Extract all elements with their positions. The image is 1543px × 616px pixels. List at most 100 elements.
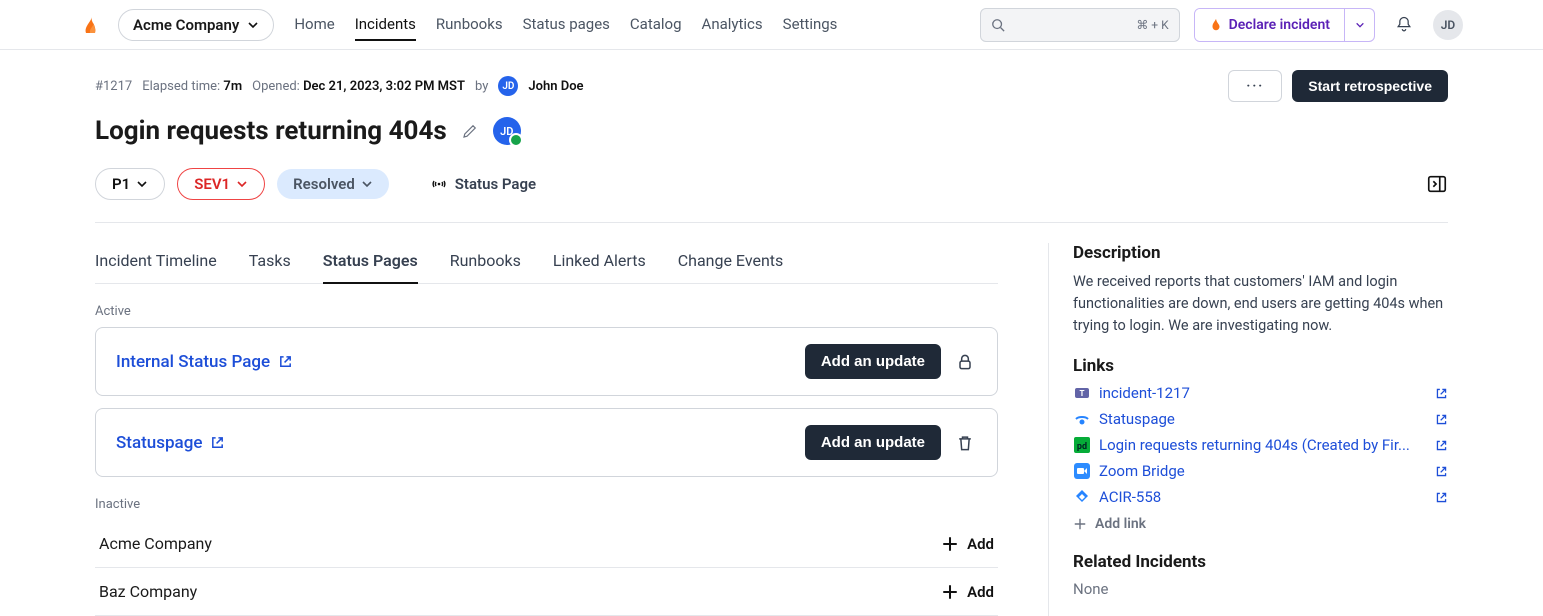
chevron-down-icon <box>1355 20 1365 30</box>
external-link-icon <box>1435 413 1448 426</box>
svg-text:pd: pd <box>1077 442 1087 452</box>
chevron-down-icon <box>247 19 259 31</box>
zoom-icon <box>1073 462 1091 480</box>
add-link-button[interactable]: Add link <box>1073 516 1448 532</box>
search-shortcut: ⌘ + K <box>1136 18 1168 32</box>
tab-runbooks[interactable]: Runbooks <box>450 243 521 283</box>
external-link-icon <box>1435 439 1448 452</box>
tab-change-events[interactable]: Change Events <box>678 243 784 283</box>
main-left: Incident Timeline Tasks Status Pages Run… <box>95 243 998 616</box>
nav-link-catalog[interactable]: Catalog <box>630 9 682 41</box>
nav-link-settings[interactable]: Settings <box>783 9 838 41</box>
severity-value: SEV1 <box>194 175 230 193</box>
search-icon <box>991 18 1005 32</box>
bell-icon <box>1394 15 1414 35</box>
delete-button[interactable] <box>953 433 977 453</box>
status-value: Resolved <box>293 175 355 193</box>
link-item[interactable]: ACIR-558 <box>1073 488 1448 506</box>
top-nav: Acme Company Home Incidents Runbooks Sta… <box>0 0 1543 50</box>
jira-icon <box>1073 488 1091 506</box>
section-inactive-label: Inactive <box>95 497 998 512</box>
plus-icon <box>1073 517 1087 531</box>
plus-icon <box>941 583 959 601</box>
link-text: ACIR-558 <box>1099 488 1427 506</box>
statuspage-icon <box>1073 410 1091 428</box>
pencil-icon <box>461 122 479 140</box>
svg-text:T: T <box>1080 389 1085 398</box>
declare-incident-button[interactable]: Declare incident <box>1195 9 1344 41</box>
add-label: Add <box>967 583 994 601</box>
page-content: #1217 Elapsed time: 7m Opened: Dec 21, 2… <box>0 50 1543 616</box>
external-link-icon <box>1435 387 1448 400</box>
nav-link-analytics[interactable]: Analytics <box>702 9 763 41</box>
nav-links: Home Incidents Runbooks Status pages Cat… <box>294 9 837 41</box>
add-update-button[interactable]: Add an update <box>805 344 941 379</box>
notifications-button[interactable] <box>1389 10 1419 40</box>
link-item[interactable]: pd Login requests returning 404s (Create… <box>1073 436 1448 454</box>
opened-label: Opened: <box>252 79 300 94</box>
main-row: Incident Timeline Tasks Status Pages Run… <box>95 243 1448 616</box>
fire-icon <box>1209 18 1223 32</box>
broadcast-icon <box>431 176 447 192</box>
link-item[interactable]: T incident-1217 <box>1073 384 1448 402</box>
link-text: Zoom Bridge <box>1099 462 1427 480</box>
inactive-status-page-row: Acme Company Add <box>95 520 998 568</box>
severity-dropdown[interactable]: SEV1 <box>177 168 265 200</box>
inactive-company-name: Baz Company <box>99 582 197 601</box>
start-retrospective-button[interactable]: Start retrospective <box>1292 70 1448 102</box>
description-text: We received reports that customers' IAM … <box>1073 271 1448 336</box>
tab-linked-alerts[interactable]: Linked Alerts <box>553 243 646 283</box>
related-heading: Related Incidents <box>1073 552 1448 572</box>
chevron-down-icon <box>236 178 248 190</box>
inactive-company-name: Acme Company <box>99 534 212 553</box>
priority-dropdown[interactable]: P1 <box>95 168 165 200</box>
search-input[interactable]: ⌘ + K <box>980 8 1180 42</box>
declare-incident-group: Declare incident <box>1194 8 1375 42</box>
external-link-icon <box>1435 465 1448 478</box>
link-text: Login requests returning 404s (Created b… <box>1099 436 1427 454</box>
assignee-avatar[interactable]: JD <box>493 117 521 145</box>
incident-id: #1217 <box>95 79 132 94</box>
lock-button[interactable] <box>953 352 977 372</box>
trash-icon <box>955 433 975 453</box>
tab-status-pages[interactable]: Status Pages <box>323 243 418 284</box>
add-update-button[interactable]: Add an update <box>805 425 941 460</box>
nav-link-status-pages[interactable]: Status pages <box>523 9 610 41</box>
incident-title: Login requests returning 404s <box>95 116 447 146</box>
add-status-page-button[interactable]: Add <box>941 535 994 553</box>
status-page-card: Internal Status Page Add an update <box>95 327 998 396</box>
add-status-page-button[interactable]: Add <box>941 583 994 601</box>
tabs: Incident Timeline Tasks Status Pages Run… <box>95 243 998 284</box>
status-page-link[interactable]: Internal Status Page <box>116 352 293 372</box>
plus-icon <box>941 535 959 553</box>
inactive-status-page-row: Baz Company Add <box>95 568 998 616</box>
status-page-indicator[interactable]: Status Page <box>431 175 536 193</box>
incident-meta: #1217 Elapsed time: 7m Opened: Dec 21, 2… <box>95 70 1448 102</box>
section-active-label: Active <box>95 304 998 319</box>
opened-value: Dec 21, 2023, 3:02 PM MST <box>303 79 465 94</box>
chevron-down-icon <box>136 178 148 190</box>
tab-tasks[interactable]: Tasks <box>249 243 291 283</box>
add-link-label: Add link <box>1095 516 1146 532</box>
user-avatar[interactable]: JD <box>1433 10 1463 40</box>
link-item[interactable]: Zoom Bridge <box>1073 462 1448 480</box>
status-dropdown[interactable]: Resolved <box>277 169 389 199</box>
toggle-panel-button[interactable] <box>1426 173 1448 195</box>
logo-icon <box>80 13 104 37</box>
edit-title-button[interactable] <box>461 122 479 140</box>
sidebar-panel: Description We received reports that cus… <box>1048 243 1448 616</box>
nav-link-incidents[interactable]: Incidents <box>355 9 416 41</box>
nav-link-runbooks[interactable]: Runbooks <box>436 9 503 41</box>
add-label: Add <box>967 535 994 553</box>
more-actions-button[interactable]: ··· <box>1228 70 1282 102</box>
declare-dropdown-button[interactable] <box>1344 9 1374 41</box>
tab-incident-timeline[interactable]: Incident Timeline <box>95 243 217 283</box>
link-item[interactable]: Statuspage <box>1073 410 1448 428</box>
company-dropdown[interactable]: Acme Company <box>118 9 274 41</box>
external-link-icon <box>210 435 225 450</box>
status-page-name: Internal Status Page <box>116 352 270 372</box>
status-page-name: Statuspage <box>116 433 202 453</box>
nav-link-home[interactable]: Home <box>294 9 334 41</box>
status-page-link[interactable]: Statuspage <box>116 433 225 453</box>
links-list: T incident-1217 Statuspage pd Login requ… <box>1073 384 1448 506</box>
